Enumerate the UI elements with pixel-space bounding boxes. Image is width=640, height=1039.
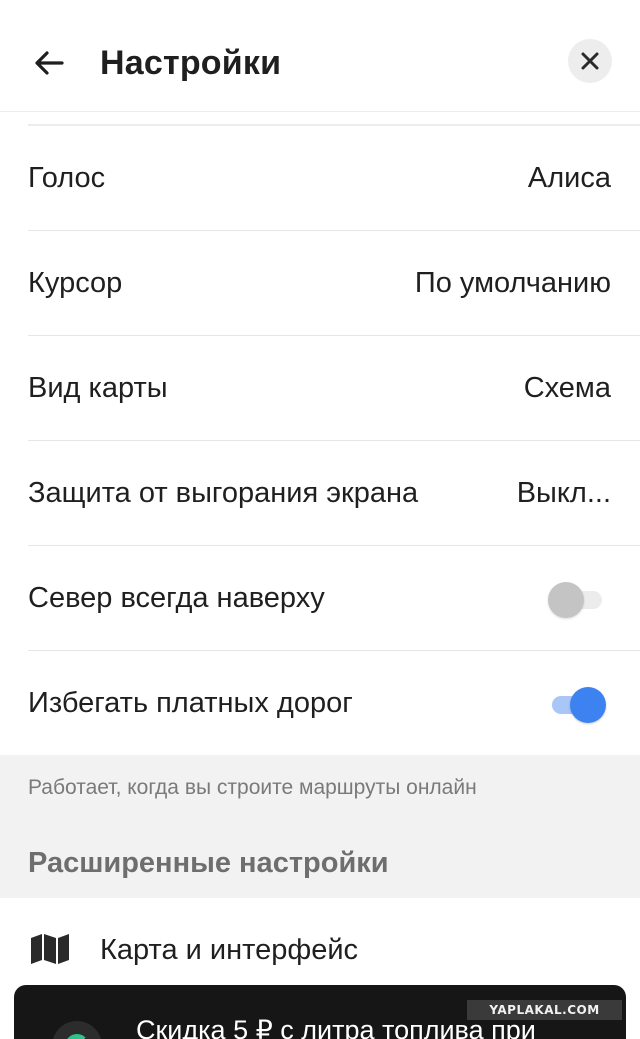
setting-value: Алиса	[527, 162, 611, 194]
setting-row-north-up: Север всегда наверху	[0, 546, 640, 651]
avoid-toll-roads-toggle[interactable]	[548, 687, 606, 723]
setting-label: Вид карты	[28, 372, 168, 404]
fuel-app-logo	[52, 1021, 102, 1039]
page-title: Настройки	[100, 44, 282, 82]
hint-section: Работает, когда вы строите маршруты онла…	[0, 755, 640, 898]
setting-label: Север всегда наверху	[28, 582, 325, 614]
setting-label: Избегать платных дорог	[28, 687, 353, 719]
setting-label: Голос	[28, 162, 106, 194]
watermark: YAPLAKAL.COM	[467, 1000, 622, 1020]
header: Настройки	[0, 0, 640, 112]
setting-row-avoid-toll-roads: Избегать платных дорог	[0, 651, 640, 756]
setting-row-voice[interactable]: Голос Алиса	[0, 126, 640, 231]
arrow-left-icon	[35, 51, 64, 75]
toggle-thumb	[548, 582, 584, 618]
logo-mark-icon	[65, 1034, 89, 1039]
section-title-advanced: Расширенные настройки	[28, 847, 389, 879]
north-up-toggle[interactable]	[548, 582, 606, 618]
setting-label: Карта и интерфейс	[100, 934, 359, 966]
close-icon	[581, 52, 599, 70]
setting-label: Защита от выгорания экрана	[28, 477, 419, 509]
setting-row-map-view[interactable]: Вид карты Схема	[0, 336, 640, 441]
toggle-thumb	[570, 687, 606, 723]
toll-roads-hint: Работает, когда вы строите маршруты онла…	[28, 776, 477, 799]
setting-label: Курсор	[28, 267, 123, 299]
setting-value: По умолчанию	[414, 267, 611, 299]
back-button[interactable]	[26, 40, 72, 86]
setting-value: Выкл...	[516, 477, 611, 509]
map-icon	[31, 934, 69, 964]
setting-row-burn-in-protection[interactable]: Защита от выгорания экрана Выкл...	[0, 441, 640, 546]
setting-row-cursor[interactable]: Курсор По умолчанию	[0, 231, 640, 336]
setting-value: Схема	[523, 372, 611, 404]
settings-list: Голос Алиса Курсор По умолчанию Вид карт…	[0, 126, 640, 756]
close-button[interactable]	[568, 39, 612, 83]
